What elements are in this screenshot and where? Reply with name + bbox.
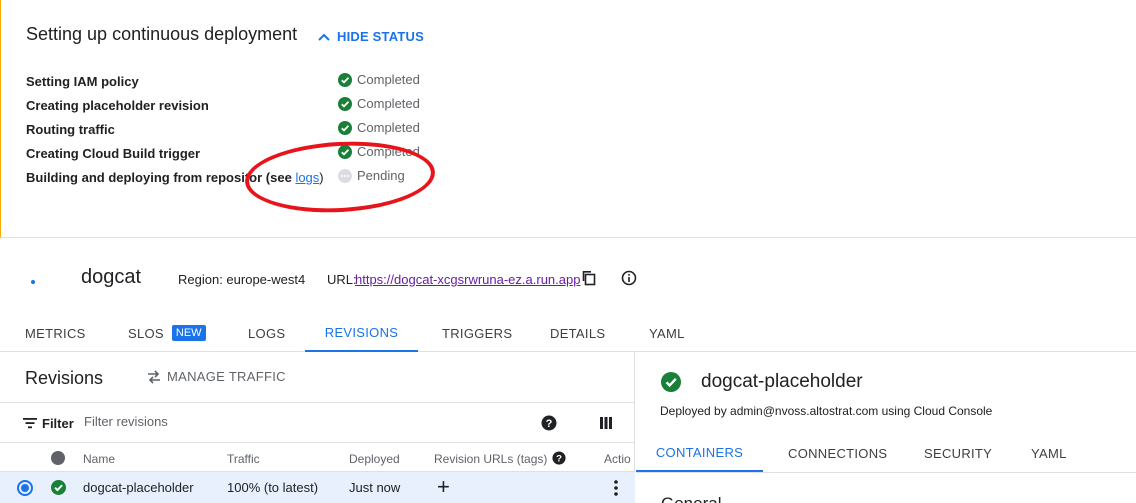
svg-text:?: ? bbox=[556, 454, 562, 465]
service-url-label: URL: bbox=[327, 272, 357, 287]
step-row: Setting IAM policy Completed bbox=[26, 71, 526, 91]
new-badge: NEW bbox=[171, 325, 206, 341]
add-icon[interactable]: + bbox=[437, 476, 450, 498]
column-header-revision-urls[interactable]: Revision URLs (tags) bbox=[434, 452, 547, 466]
status-column-icon bbox=[51, 451, 65, 465]
filter-revisions-input[interactable] bbox=[84, 414, 384, 429]
step-label: Routing traffic bbox=[26, 122, 115, 137]
swap-horiz-icon bbox=[148, 369, 160, 384]
revisions-table-header: Name Traffic Deployed Revision URLs (tag… bbox=[0, 444, 635, 472]
tab-yaml[interactable]: YAML bbox=[649, 314, 685, 352]
revision-detail-title: dogcat-placeholder bbox=[701, 371, 863, 392]
check-circle-icon bbox=[51, 480, 66, 495]
revisions-panel: Revisions MANAGE TRAFFIC Filter ? Name T… bbox=[0, 352, 635, 503]
more-vert-icon[interactable] bbox=[608, 479, 624, 497]
tab-connections[interactable]: CONNECTIONS bbox=[788, 434, 887, 472]
step-label: Creating Cloud Build trigger bbox=[26, 146, 201, 161]
check-circle-icon bbox=[338, 96, 352, 111]
service-header: dogcat Region: europe-west4 URL: https:/… bbox=[0, 238, 1136, 314]
hide-status-label: HIDE STATUS bbox=[337, 29, 424, 44]
step-row: Creating placeholder revision Completed bbox=[26, 95, 526, 115]
tab-label: SLOS bbox=[128, 325, 164, 341]
tab-security[interactable]: SECURITY bbox=[924, 434, 992, 472]
revision-detail-subtitle: Deployed by admin@nvoss.altostrat.com us… bbox=[660, 404, 993, 418]
filter-label: Filter bbox=[42, 416, 74, 431]
column-header-traffic[interactable]: Traffic bbox=[227, 452, 260, 466]
status-title: Setting up continuous deployment bbox=[26, 24, 298, 44]
revision-traffic: 100% (to latest) bbox=[227, 480, 319, 495]
step-status-text: Completed bbox=[357, 72, 420, 87]
help-icon[interactable]: ? bbox=[552, 451, 566, 465]
deployment-status-panel: Setting up continuous deployment HIDE ST… bbox=[0, 0, 1136, 238]
step-label-text: Building and deploying from repositor bbox=[26, 170, 263, 185]
tab-slos[interactable]: SLOS NEW bbox=[128, 314, 206, 352]
filter-list-icon bbox=[23, 418, 37, 429]
tab-yaml[interactable]: YAML bbox=[1031, 434, 1067, 472]
step-status-text: Completed bbox=[357, 120, 420, 135]
step-status-text: Completed bbox=[357, 96, 420, 111]
service-name: dogcat bbox=[81, 266, 142, 288]
tab-label: DETAILS bbox=[550, 325, 606, 341]
hide-status-button[interactable]: HIDE STATUS bbox=[317, 29, 424, 44]
tab-label: SECURITY bbox=[924, 445, 993, 461]
check-circle-icon bbox=[338, 72, 352, 87]
service-tabs: METRICS SLOS NEW LOGS REVISIONS TRIGGERS … bbox=[0, 314, 1136, 352]
tab-label: METRICS bbox=[25, 325, 86, 341]
chevron-up-icon bbox=[318, 33, 330, 41]
tab-label: CONNECTIONS bbox=[788, 445, 888, 461]
view-column-icon[interactable] bbox=[599, 416, 613, 430]
step-row: Routing traffic Completed bbox=[26, 119, 526, 139]
step-label: Setting IAM policy bbox=[26, 74, 139, 89]
table-row[interactable]: dogcat-placeholder 100% (to latest) Just… bbox=[0, 472, 635, 503]
tab-containers[interactable]: CONTAINERS bbox=[636, 434, 763, 472]
revision-deployed: Just now bbox=[349, 480, 401, 495]
row-select-radio[interactable] bbox=[17, 480, 33, 496]
tab-label: CONTAINERS bbox=[655, 444, 744, 460]
tab-label: LOGS bbox=[248, 325, 286, 341]
revision-detail-panel: dogcat-placeholder Deployed by admin@nvo… bbox=[636, 352, 1136, 503]
step-status: Completed bbox=[338, 96, 420, 111]
step-status: Completed bbox=[338, 120, 420, 135]
filter-bar: Filter ? bbox=[0, 402, 635, 443]
step-label: Creating placeholder revision bbox=[26, 98, 209, 113]
tab-logs[interactable]: LOGS bbox=[248, 314, 285, 352]
service-url-link[interactable]: https://dogcat-xcgsrwruna-ez.a.run.app bbox=[355, 272, 580, 287]
tab-label: REVISIONS bbox=[324, 324, 399, 340]
section-heading: General bbox=[661, 494, 721, 503]
tab-revisions[interactable]: REVISIONS bbox=[305, 314, 418, 352]
column-header-deployed[interactable]: Deployed bbox=[349, 452, 400, 466]
manage-traffic-label: MANAGE TRAFFIC bbox=[167, 369, 286, 384]
step-status: Completed bbox=[338, 72, 420, 87]
revisions-title: Revisions bbox=[25, 368, 104, 388]
tab-label: YAML bbox=[1031, 445, 1067, 461]
loading-spinner-icon bbox=[31, 280, 35, 284]
tab-metrics[interactable]: METRICS bbox=[25, 314, 86, 352]
manage-traffic-button[interactable]: MANAGE TRAFFIC bbox=[147, 369, 286, 384]
check-circle-icon bbox=[661, 372, 681, 392]
service-region: Region: europe-west4 bbox=[178, 272, 306, 287]
tab-details[interactable]: DETAILS bbox=[550, 314, 605, 352]
tab-label: YAML bbox=[649, 325, 685, 341]
help-icon[interactable]: ? bbox=[541, 415, 557, 431]
column-header-actions: Actio bbox=[604, 452, 631, 466]
tabs-divider bbox=[636, 472, 1136, 473]
copy-icon[interactable] bbox=[581, 270, 597, 286]
svg-text:?: ? bbox=[546, 418, 553, 430]
check-circle-icon bbox=[338, 120, 352, 135]
revision-name[interactable]: dogcat-placeholder bbox=[83, 480, 194, 495]
column-header-name[interactable]: Name bbox=[83, 452, 115, 466]
info-icon[interactable] bbox=[621, 270, 637, 286]
tab-label: TRIGGERS bbox=[442, 325, 513, 341]
tab-triggers[interactable]: TRIGGERS bbox=[442, 314, 512, 352]
